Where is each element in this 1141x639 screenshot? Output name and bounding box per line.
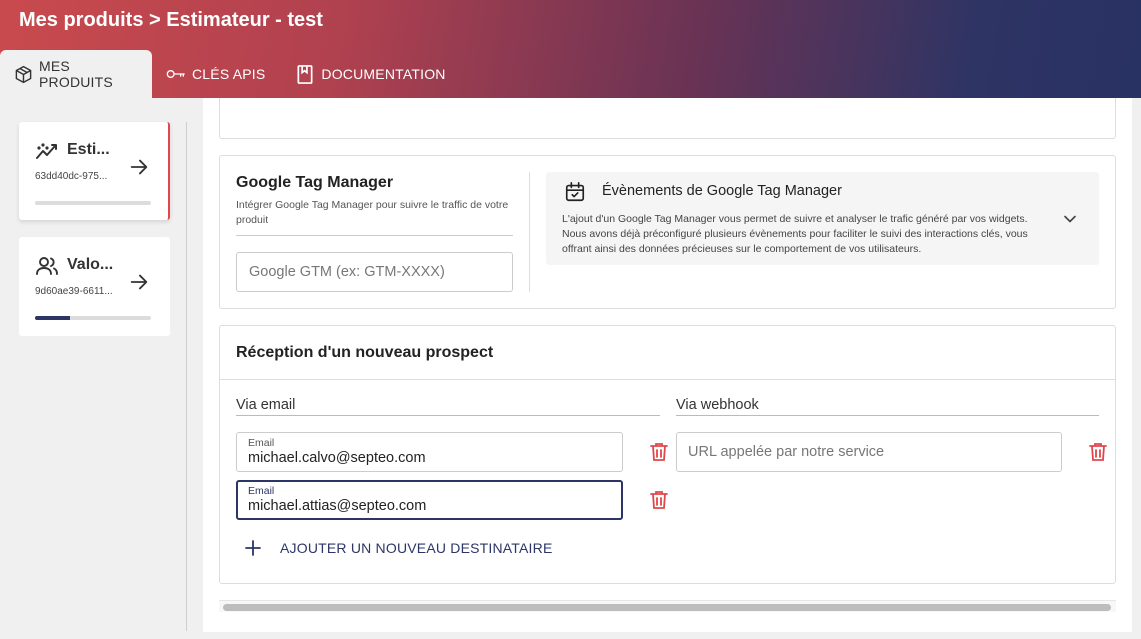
tab-mes-produits[interactable]: MES PRODUITS (0, 50, 152, 98)
field-value: michael.attias@septeo.com (248, 498, 427, 514)
tab-cles-apis[interactable]: CLÉS APIS (152, 50, 281, 98)
section-title: Réception d'un nouveau prospect (236, 344, 494, 361)
product-card-estimateur[interactable]: Esti... 63dd40dc-975... (19, 122, 170, 220)
trash-icon[interactable] (1089, 442, 1107, 462)
email-field[interactable]: Email michael.attias@septeo.com (236, 480, 623, 520)
trash-icon[interactable] (650, 490, 668, 510)
divider (220, 379, 1115, 380)
field-label: Email (248, 485, 275, 497)
gtm-title: Google Tag Manager (236, 174, 394, 191)
product-id: 9d60ae39-6611... (35, 286, 113, 297)
divider (676, 415, 1099, 416)
email-field[interactable]: Email michael.calvo@septeo.com (236, 432, 623, 472)
gtm-section: Google Tag Manager Intégrer Google Tag M… (219, 155, 1116, 309)
product-id: 63dd40dc-975... (35, 171, 108, 182)
app-header: Mes produits > Estimateur - test MES PRO… (0, 0, 1141, 98)
add-recipient-label: AJOUTER UN NOUVEAU DESTINATAIRE (280, 540, 553, 556)
add-recipient-button[interactable]: AJOUTER UN NOUVEAU DESTINATAIRE (244, 536, 553, 560)
arrow-right-icon[interactable] (128, 156, 150, 178)
trash-icon[interactable] (650, 442, 668, 462)
chevron-down-icon[interactable] (1060, 209, 1080, 229)
accordion-title: Évènements de Google Tag Manager (602, 183, 842, 199)
main-tabs: MES PRODUITS CLÉS APIS DOCUMENTATION (0, 50, 462, 98)
gtm-events-accordion[interactable]: Évènements de Google Tag Manager L'ajout… (546, 172, 1099, 265)
calendar-check-icon (564, 181, 586, 203)
via-webhook-label: Via webhook (676, 397, 759, 413)
tab-label: DOCUMENTATION (321, 66, 446, 82)
key-icon (166, 64, 186, 84)
page-title: Mes produits > Estimateur - test (19, 9, 323, 31)
product-name: Esti... (67, 141, 110, 158)
tab-label: MES PRODUITS (39, 58, 113, 90)
via-email-label: Via email (236, 397, 296, 413)
plus-icon (244, 539, 262, 557)
gtm-description: Intégrer Google Tag Manager pour suivre … (236, 199, 509, 226)
field-label: Email (248, 437, 275, 449)
field-value: michael.calvo@septeo.com (248, 450, 426, 466)
progress-bar (35, 316, 151, 320)
accordion-text: L'ajout d'un Google Tag Manager vous per… (562, 213, 1028, 255)
tab-label: CLÉS APIS (192, 66, 266, 82)
main-panel: Google Tag Manager Intégrer Google Tag M… (203, 98, 1132, 632)
product-card-valorisation[interactable]: Valo... 9d60ae39-6611... (19, 237, 170, 336)
arrow-right-icon[interactable] (128, 271, 150, 293)
prospect-reception-section: Réception d'un nouveau prospect Via emai… (219, 325, 1116, 584)
book-icon (295, 64, 315, 84)
gtm-input[interactable] (236, 252, 513, 292)
divider (236, 235, 513, 236)
previous-section (219, 98, 1116, 139)
scrollbar-thumb[interactable] (223, 604, 1111, 611)
trend-icon (35, 140, 59, 162)
divider (236, 415, 660, 416)
webhook-url-input[interactable] (676, 432, 1062, 472)
product-name: Valo... (67, 256, 114, 273)
users-icon (35, 255, 59, 277)
progress-bar (35, 201, 151, 205)
divider (529, 172, 530, 292)
tab-documentation[interactable]: DOCUMENTATION (281, 50, 461, 98)
horizontal-scrollbar[interactable] (219, 600, 1116, 612)
sidebar-divider (186, 122, 187, 631)
package-icon (14, 64, 33, 84)
